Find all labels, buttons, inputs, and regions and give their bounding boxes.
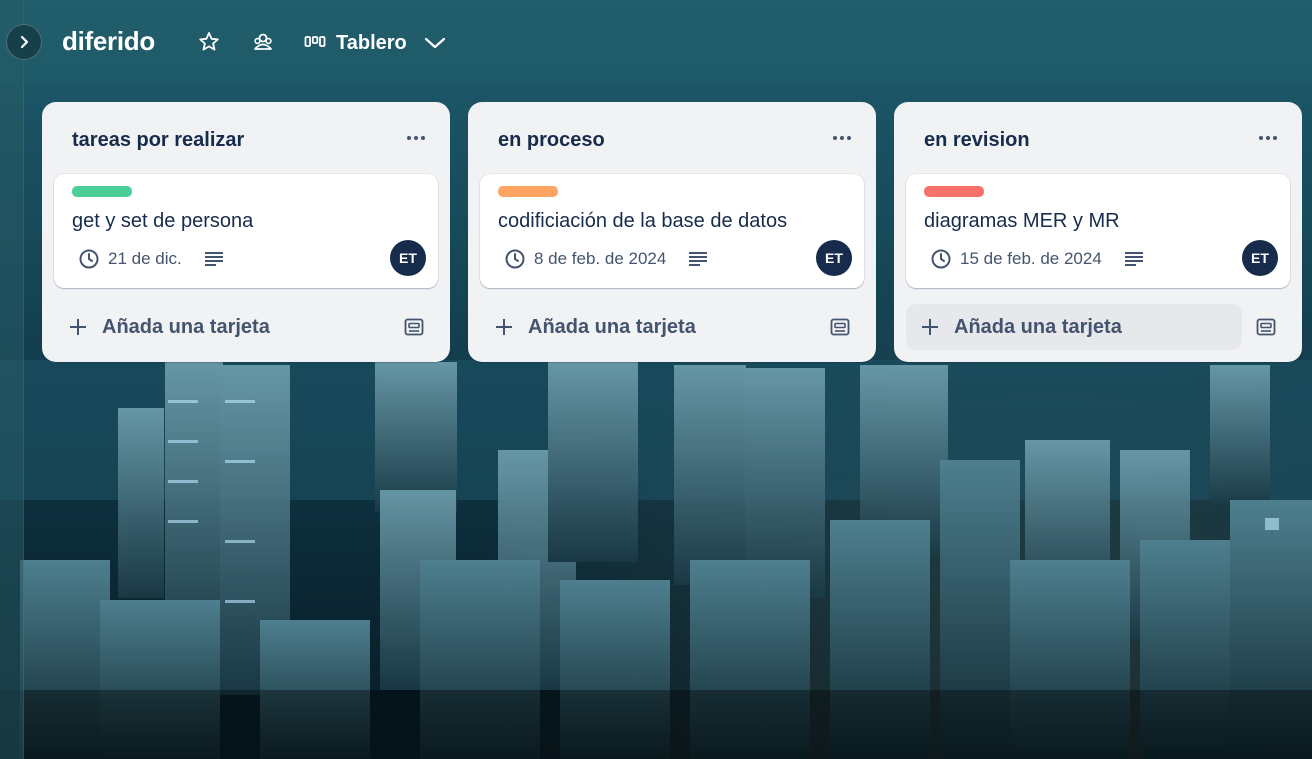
card-badges: 8 de feb. de 2024	[504, 246, 708, 272]
more-horizontal-icon	[1259, 136, 1263, 140]
list-tareas-por-realizar: tareas por realizar get y set de persona…	[42, 102, 450, 362]
member-avatar[interactable]: ET	[390, 240, 426, 276]
list-title[interactable]: tareas por realizar	[72, 129, 244, 152]
card-label-green[interactable]	[72, 186, 132, 197]
due-date-badge[interactable]: 15 de feb. de 2024	[960, 249, 1102, 269]
card-template-icon	[830, 318, 850, 336]
list-title[interactable]: en proceso	[498, 129, 605, 152]
more-horizontal-icon	[407, 136, 411, 140]
add-card-label: Añada una tarjeta	[102, 315, 270, 338]
card-label-orange[interactable]	[498, 186, 558, 197]
card[interactable]: codificiación de la base de datos 8 de f…	[480, 174, 864, 288]
add-card-button[interactable]: Añada una tarjeta	[480, 304, 816, 350]
card[interactable]: diagramas MER y MR 15 de feb. de 2024 ET	[906, 174, 1290, 288]
add-card-button[interactable]: Añada una tarjeta	[906, 304, 1242, 350]
card-badges: 15 de feb. de 2024	[930, 246, 1144, 272]
plus-icon	[922, 319, 938, 335]
list-en-revision: en revision diagramas MER y MR 15 de feb…	[894, 102, 1302, 362]
description-icon	[689, 252, 708, 266]
member-avatar[interactable]: ET	[1242, 240, 1278, 276]
card-label-red[interactable]	[924, 186, 984, 197]
plus-icon	[496, 319, 512, 335]
card-template-icon	[1256, 318, 1276, 336]
clock-icon	[79, 249, 99, 269]
chevron-right-icon	[20, 35, 29, 49]
due-date-badge[interactable]: 8 de feb. de 2024	[534, 249, 666, 269]
add-card-label: Añada una tarjeta	[954, 315, 1122, 338]
chevron-down-icon	[424, 37, 445, 49]
clock-icon	[505, 249, 525, 269]
sidebar-expand-button[interactable]	[6, 24, 42, 60]
card-title: diagramas MER y MR	[924, 210, 1120, 232]
add-card-label: Añada una tarjeta	[528, 315, 696, 338]
card-badges: 21 de dic.	[78, 246, 224, 272]
list-menu-button[interactable]	[404, 126, 428, 150]
list-title[interactable]: en revision	[924, 129, 1030, 152]
card-template-icon	[404, 318, 424, 336]
card-title: codificiación de la base de datos	[498, 210, 788, 232]
due-date-badge[interactable]: 21 de dic.	[108, 249, 182, 269]
more-horizontal-icon	[833, 136, 837, 140]
star-icon[interactable]	[197, 30, 221, 54]
card[interactable]: get y set de persona 21 de dic. ET	[54, 174, 438, 288]
view-label: Tablero	[336, 31, 407, 54]
member-avatar[interactable]: ET	[816, 240, 852, 276]
clock-icon	[931, 249, 951, 269]
team-visibility-icon[interactable]	[251, 30, 275, 54]
list-menu-button[interactable]	[1256, 126, 1280, 150]
list-en-proceso: en proceso codificiación de la base de d…	[468, 102, 876, 362]
create-from-template-button[interactable]	[402, 315, 426, 339]
sidebar-rail	[0, 0, 24, 759]
create-from-template-button[interactable]	[1254, 315, 1278, 339]
view-switcher[interactable]: Tablero	[304, 28, 447, 58]
add-card-button[interactable]: Añada una tarjeta	[54, 304, 390, 350]
create-from-template-button[interactable]	[828, 315, 852, 339]
description-icon	[1124, 252, 1143, 266]
description-icon	[204, 252, 223, 266]
plus-icon	[70, 319, 86, 335]
list-menu-button[interactable]	[830, 126, 854, 150]
board-title[interactable]: diferido	[62, 26, 155, 57]
card-title: get y set de persona	[72, 210, 254, 232]
board-view-icon	[304, 36, 326, 47]
